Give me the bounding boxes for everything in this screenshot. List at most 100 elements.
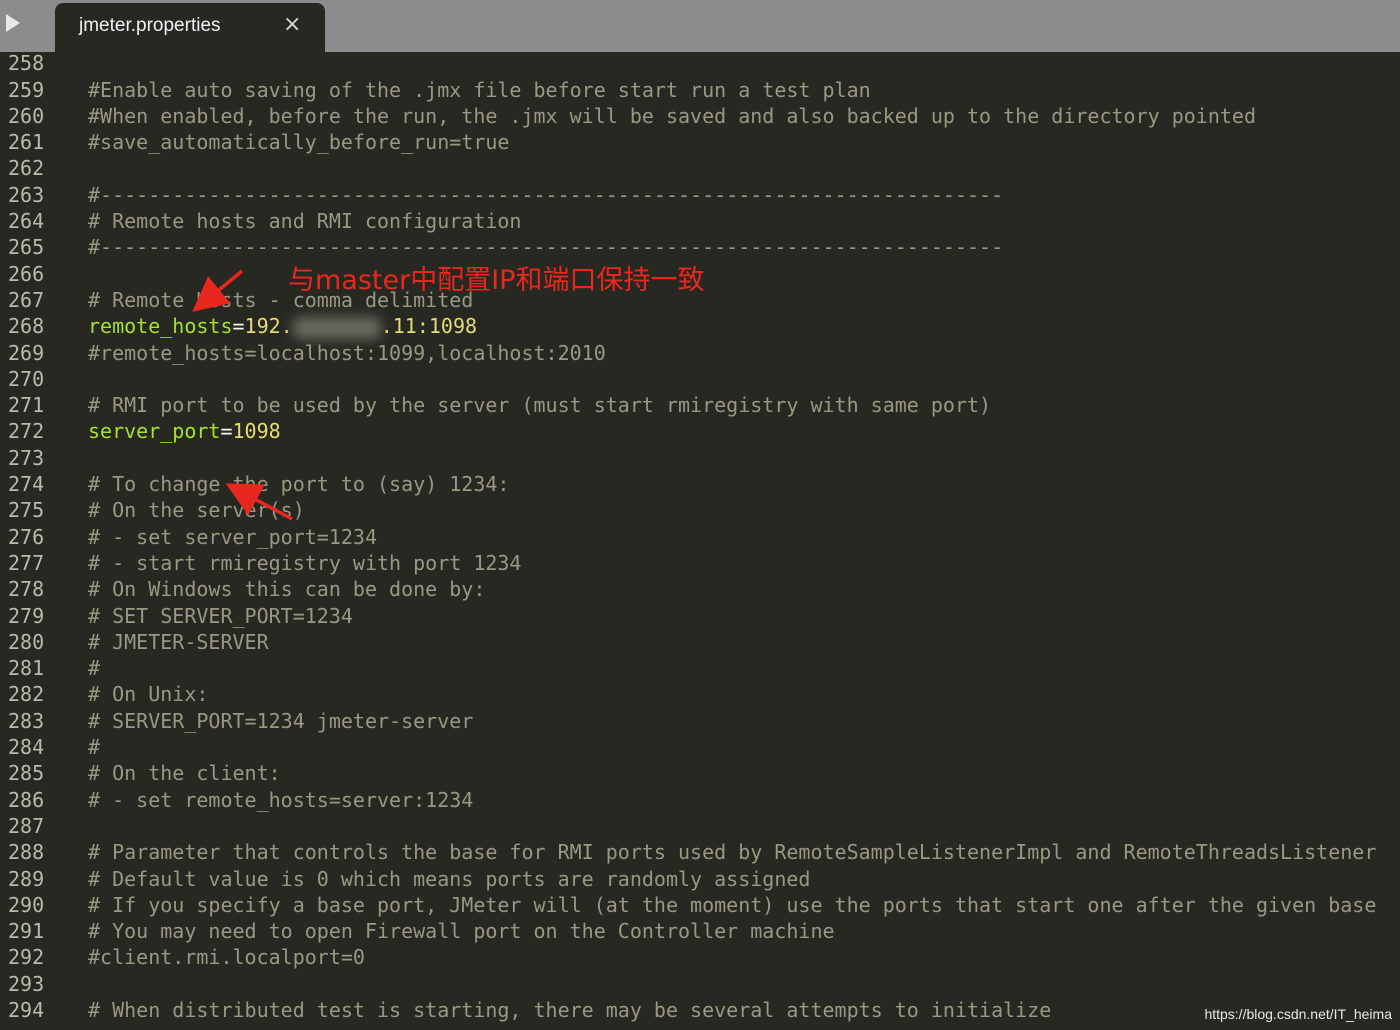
play-icon[interactable] — [6, 14, 20, 32]
line-number: 261 — [8, 130, 45, 155]
line-text: # When distributed test is starting, the… — [88, 997, 1052, 1022]
code-lines: 257#jmeter.gui.action.save.keep_backup_m… — [0, 52, 1400, 1023]
line-number: 269 — [8, 340, 45, 365]
line-text: server_port=1098 — [88, 418, 281, 444]
redacted-ip — [292, 316, 381, 339]
code-line: 260 #When enabled, before the run, the .j… — [0, 103, 1400, 129]
tab-jmeter-properties[interactable]: jmeter.properties × — [55, 3, 325, 53]
line-number: 270 — [8, 366, 45, 391]
line-number: 272 — [8, 419, 45, 444]
property-value-suffix: .11:1098 — [380, 314, 478, 339]
line-text: # If you specify a base port, JMeter wil… — [88, 892, 1377, 917]
line-number: 274 — [8, 472, 45, 497]
equals-sign: = — [220, 419, 233, 444]
code-line: 285 # On the client: — [0, 760, 1400, 786]
code-line: 264 # Remote hosts and RMI configuration — [0, 208, 1400, 234]
line-number: 264 — [8, 209, 45, 234]
line-text: # SERVER_PORT=1234 jmeter-server — [88, 708, 474, 733]
line-text: # — [88, 656, 101, 681]
code-line: 276 # - set server_port=1234 — [0, 524, 1400, 550]
code-line: 286 # - set remote_hosts=server:1234 — [0, 787, 1400, 813]
line-text: # On Unix: — [88, 682, 209, 707]
line-number: 292 — [8, 945, 45, 970]
line-number: 260 — [8, 103, 45, 128]
code-line: 262 — [0, 155, 1400, 181]
line-text: #save_automatically_before_run=true — [88, 130, 510, 155]
line-text: #---------------------------------------… — [88, 182, 1004, 207]
code-line: 277 # - start rmiregistry with port 1234 — [0, 550, 1400, 576]
equals-sign: = — [232, 314, 245, 339]
line-text: # - set remote_hosts=server:1234 — [88, 787, 474, 812]
code-line: 283 # SERVER_PORT=1234 jmeter-server — [0, 708, 1400, 734]
line-text: # Default value is 0 which means ports a… — [88, 866, 811, 891]
line-number: 268 — [8, 314, 45, 339]
line-text: #Enable auto saving of the .jmx file bef… — [88, 77, 871, 102]
property-key: remote_hosts — [88, 314, 233, 339]
code-line: 269 #remote_hosts=localhost:1099,localhos… — [0, 340, 1400, 366]
line-text: # To change the port to (say) 1234: — [88, 472, 510, 497]
line-number: 265 — [8, 235, 45, 260]
annotation-note: 与master中配置IP和端口保持一致 — [288, 265, 705, 296]
code-line: 282 # On Unix: — [0, 681, 1400, 707]
code-line: 271 # RMI port to be used by the server (… — [0, 392, 1400, 418]
line-number: 258 — [8, 52, 45, 76]
line-number: 266 — [8, 261, 45, 286]
code-line: 268 remote_hosts=192. .11:1098 — [0, 313, 1400, 339]
line-text: # — [88, 735, 101, 760]
line-number: 283 — [8, 708, 45, 733]
line-number: 271 — [8, 393, 45, 418]
line-text: #remote_hosts=localhost:1099,localhost:2… — [88, 340, 606, 365]
line-text: # On Windows this can be done by: — [88, 577, 486, 602]
line-text: #When enabled, before the run, the .jmx … — [88, 103, 1256, 128]
code-line: 273 — [0, 445, 1400, 471]
line-number: 284 — [8, 735, 45, 760]
line-number: 275 — [8, 498, 45, 523]
code-line: 265 #------------------------------------… — [0, 234, 1400, 260]
line-number: 279 — [8, 603, 45, 628]
line-number: 267 — [8, 287, 45, 312]
line-text: # On the server(s) — [88, 498, 305, 523]
code-line: 284 # — [0, 734, 1400, 760]
tab-title: jmeter.properties — [79, 15, 221, 36]
watermark: https://blog.csdn.net/IT_heima — [1204, 1006, 1392, 1022]
line-number: 288 — [8, 840, 45, 865]
code-line: 281 # — [0, 655, 1400, 681]
line-text: remote_hosts=192. .11:1098 — [88, 313, 477, 339]
line-number: 281 — [8, 656, 45, 681]
line-text: # On the client: — [88, 761, 281, 786]
close-icon[interactable]: × — [283, 12, 301, 37]
code-line: 293 — [0, 971, 1400, 997]
tab-bar: jmeter.properties × — [0, 0, 1400, 53]
code-line: 290 # If you specify a base port, JMeter … — [0, 892, 1400, 918]
property-value: 1098 — [232, 419, 281, 444]
code-line: 288 # Parameter that controls the base fo… — [0, 839, 1400, 865]
code-editor[interactable]: 257#jmeter.gui.action.save.keep_backup_m… — [0, 52, 1400, 1030]
code-line: 258 — [0, 52, 1400, 77]
line-text: # RMI port to be used by the server (mus… — [88, 393, 992, 418]
line-text: # Parameter that controls the base for R… — [88, 840, 1377, 865]
line-number: 282 — [8, 682, 45, 707]
line-text: # Remote hosts and RMI configuration — [88, 209, 522, 234]
line-text: # You may need to open Firewall port on … — [88, 919, 835, 944]
code-line: 278 # On Windows this can be done by: — [0, 576, 1400, 602]
code-line: 289 # Default value is 0 which means port… — [0, 866, 1400, 892]
line-number: 263 — [8, 182, 45, 207]
line-number: 294 — [8, 997, 45, 1022]
line-number: 290 — [8, 892, 45, 917]
line-number: 259 — [8, 77, 45, 102]
line-number: 291 — [8, 919, 45, 944]
code-line: 274 # To change the port to (say) 1234: — [0, 471, 1400, 497]
code-line: 291 # You may need to open Firewall port … — [0, 918, 1400, 944]
line-number: 276 — [8, 524, 45, 549]
code-line: 270 — [0, 366, 1400, 392]
line-number: 289 — [8, 866, 45, 891]
code-line: 279 # SET SERVER_PORT=1234 — [0, 603, 1400, 629]
line-text: # - start rmiregistry with port 1234 — [88, 550, 522, 575]
property-value: 192. — [244, 314, 293, 339]
line-number: 273 — [8, 445, 45, 470]
line-number: 262 — [8, 156, 45, 181]
code-line: 294 # When distributed test is starting, … — [0, 997, 1400, 1023]
line-text: # JMETER-SERVER — [88, 629, 269, 654]
code-line: 292 #client.rmi.localport=0 — [0, 944, 1400, 970]
line-number: 293 — [8, 971, 45, 996]
